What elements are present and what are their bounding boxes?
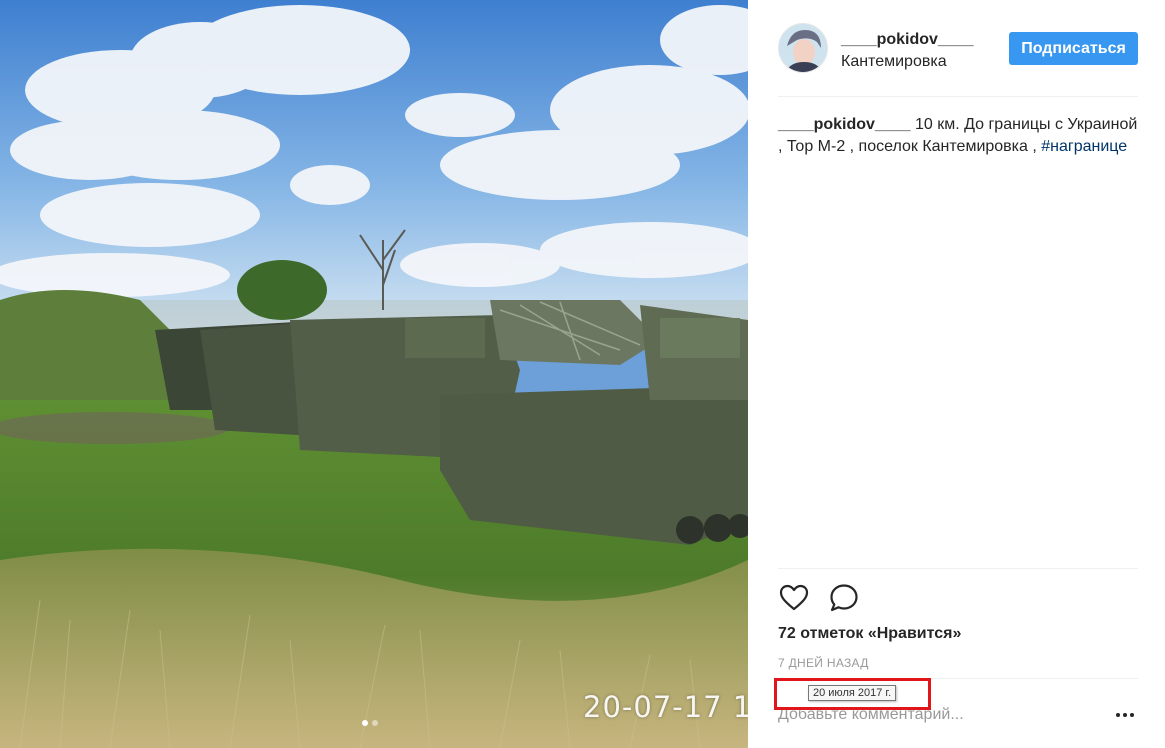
post-caption: ____pokidov____ 10 км. До границы с Укра… (778, 114, 1140, 158)
divider (778, 96, 1138, 97)
caption-username-link[interactable]: ____pokidov____ (778, 116, 911, 133)
avatar[interactable] (778, 23, 828, 73)
highlight-annotation (774, 678, 931, 710)
hashtag-link[interactable]: #награнице (1041, 138, 1127, 155)
location-link[interactable]: Кантемировка (841, 53, 947, 71)
carousel-indicator (362, 720, 378, 726)
post-time-ago[interactable]: 7 ДНЕЙ НАЗАД (778, 656, 869, 670)
avatar-image (779, 24, 827, 72)
speech-bubble-icon[interactable] (828, 582, 860, 614)
username-link[interactable]: ____pokidov____ (841, 31, 974, 49)
carousel-dot[interactable] (372, 720, 378, 726)
post-photo[interactable]: 20-07-17 1 (0, 0, 748, 748)
instagram-post-page: 20-07-17 1 ____pokidov____ Кантемировка … (0, 0, 1165, 748)
carousel-dot-active[interactable] (362, 720, 368, 726)
likes-count[interactable]: 72 отметок «Нравится» (778, 625, 961, 643)
ellipsis-icon[interactable] (1114, 704, 1136, 726)
follow-button[interactable]: Подписаться (1009, 32, 1138, 65)
heart-icon[interactable] (778, 582, 810, 614)
photo-timestamp-overlay: 20-07-17 1 (583, 690, 748, 724)
divider (778, 568, 1138, 569)
photo-scene (0, 0, 748, 748)
post-side-panel: ____pokidov____ Кантемировка Подписаться… (748, 0, 1165, 748)
